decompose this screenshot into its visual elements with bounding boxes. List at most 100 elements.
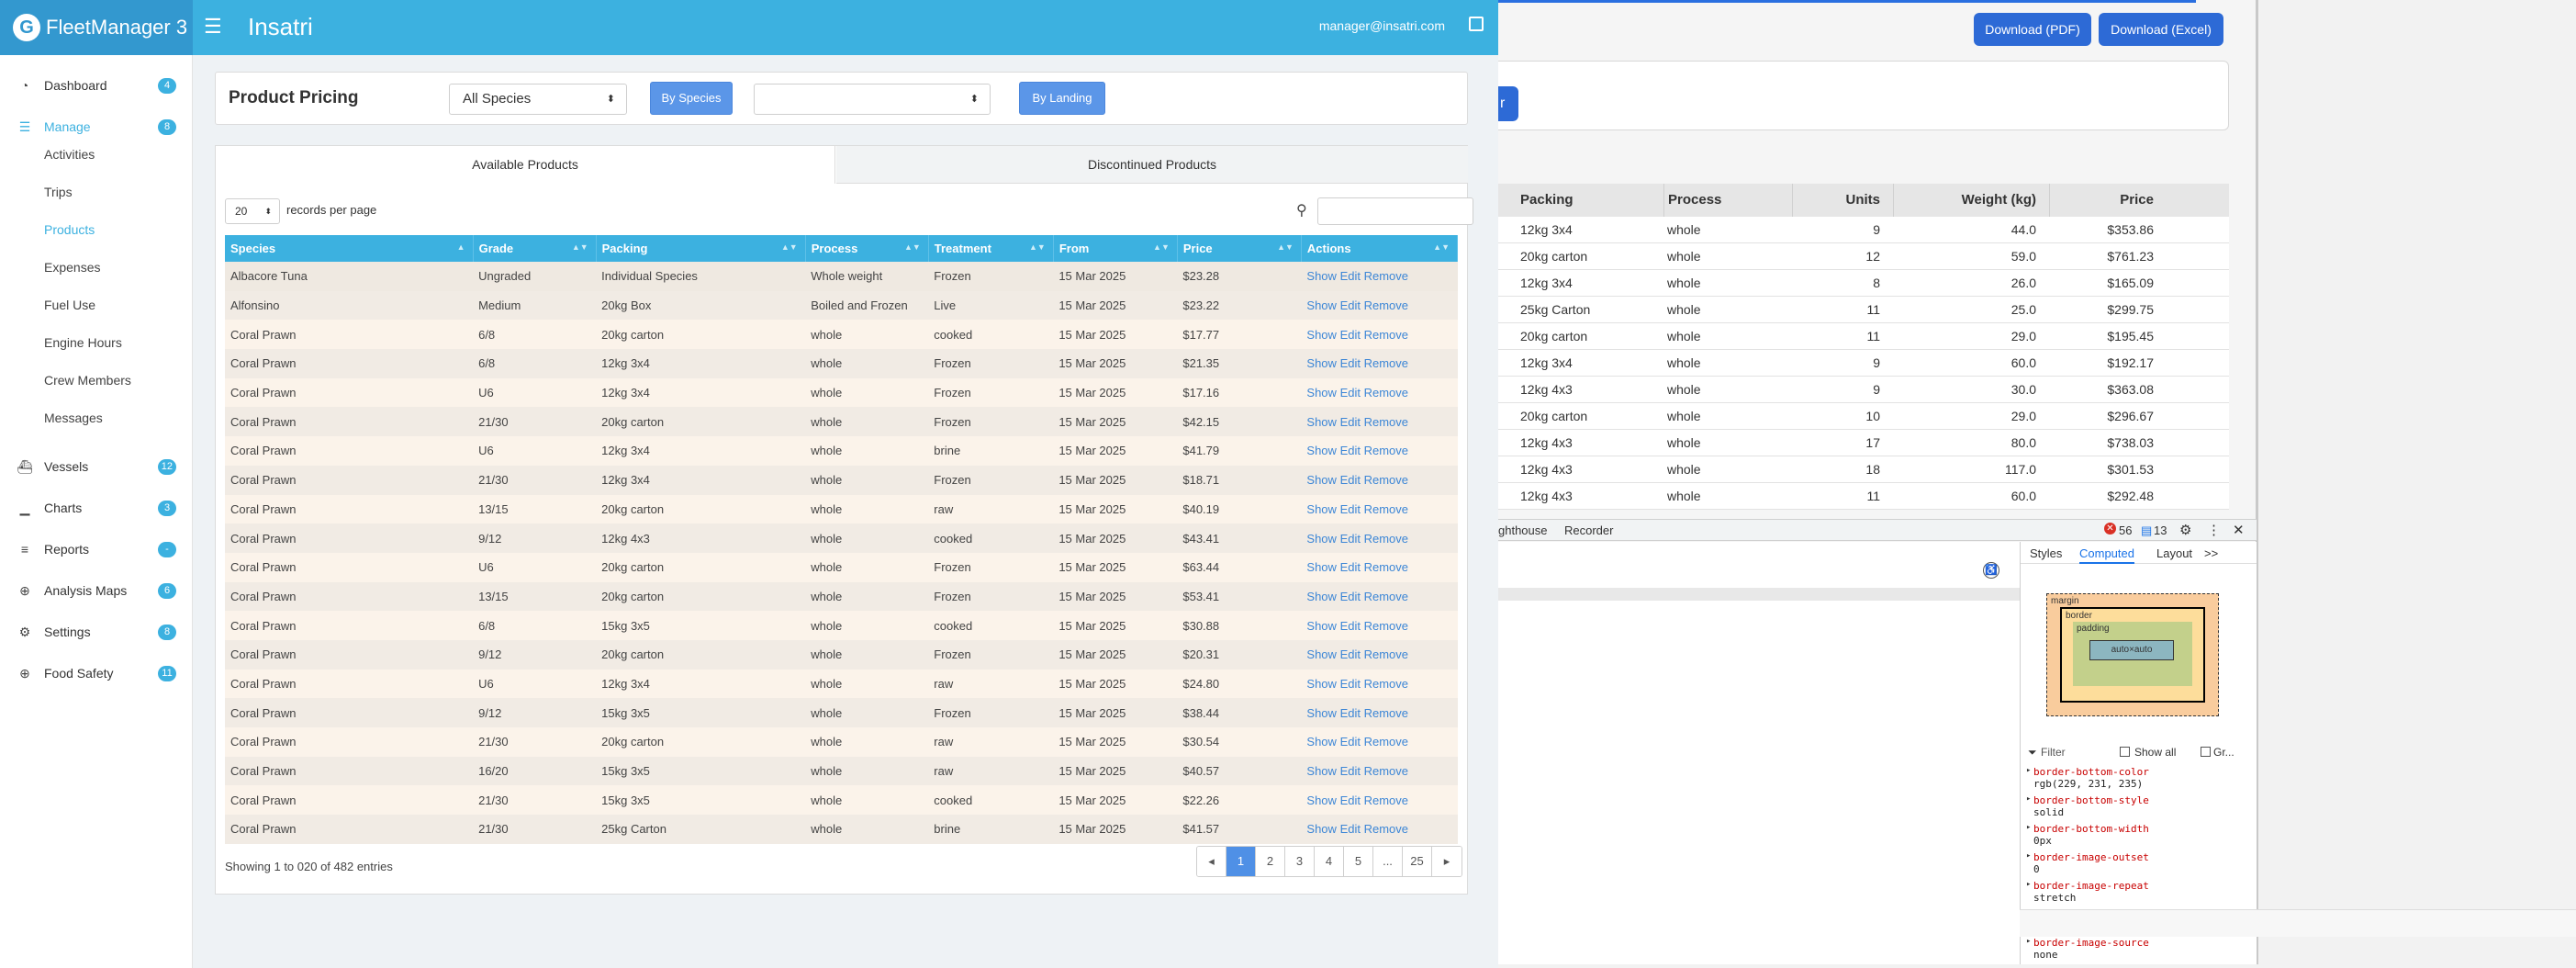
search-input[interactable]: [1317, 197, 1473, 225]
records-per-page-select[interactable]: 20 ⬍: [225, 198, 280, 224]
expand-arrow-icon[interactable]: ▸: [2026, 851, 2031, 861]
edit-link[interactable]: Edit: [1340, 619, 1361, 633]
page-button[interactable]: 5: [1344, 847, 1373, 876]
sidebar-subitem-engine-hours[interactable]: Engine Hours: [44, 335, 122, 350]
remove-link[interactable]: Remove: [1364, 706, 1408, 720]
show-link[interactable]: Show: [1306, 619, 1337, 633]
devtools-tab-recorder[interactable]: Recorder: [1564, 523, 1613, 537]
computed-property[interactable]: ▸ border-image-outset 0: [2026, 851, 2246, 880]
edit-link[interactable]: Edit: [1340, 677, 1361, 691]
group-checkbox[interactable]: [2201, 747, 2211, 757]
background-column-header[interactable]: Weight (kg): [1893, 184, 2049, 217]
by-species-button[interactable]: By Species: [650, 82, 733, 115]
devtools-tab-layout[interactable]: Layout: [2156, 546, 2192, 560]
show-link[interactable]: Show: [1306, 328, 1337, 342]
edit-link[interactable]: Edit: [1340, 532, 1361, 546]
background-column-header[interactable]: Price: [2049, 184, 2159, 217]
species-select[interactable]: All Species ⬍: [449, 84, 627, 115]
remove-link[interactable]: Remove: [1364, 444, 1408, 457]
devtools-error-count[interactable]: 56: [2119, 523, 2132, 537]
edit-link[interactable]: Edit: [1340, 560, 1361, 574]
download-pdf-button[interactable]: Download (PDF): [1974, 13, 2091, 46]
kebab-menu-icon[interactable]: ⋮: [2207, 522, 2221, 538]
by-landing-button[interactable]: By Landing: [1019, 82, 1105, 115]
column-header-actions[interactable]: Actions ▲▼: [1301, 235, 1459, 262]
user-email[interactable]: manager@insatri.com: [1319, 18, 1445, 33]
remove-link[interactable]: Remove: [1364, 794, 1408, 807]
show-link[interactable]: Show: [1306, 532, 1337, 546]
show-link[interactable]: Show: [1306, 444, 1337, 457]
sidebar-item-vessels[interactable]: ⛴ Vessels 12: [0, 453, 193, 480]
computed-property[interactable]: ▸ border-image-repeat stretch: [2026, 880, 2246, 908]
remove-link[interactable]: Remove: [1364, 269, 1408, 283]
show-link[interactable]: Show: [1306, 269, 1337, 283]
devtools-tab-computed[interactable]: Computed: [2079, 546, 2134, 564]
remove-link[interactable]: Remove: [1364, 415, 1408, 429]
prev-page-icon[interactable]: ◂: [1197, 847, 1226, 876]
edit-link[interactable]: Edit: [1340, 328, 1361, 342]
expand-arrow-icon[interactable]: ▸: [2026, 823, 2031, 832]
show-link[interactable]: Show: [1306, 590, 1337, 603]
show-link[interactable]: Show: [1306, 764, 1337, 778]
remove-link[interactable]: Remove: [1364, 822, 1408, 836]
gear-icon[interactable]: ⚙: [2179, 522, 2191, 538]
sidebar-subitem-activities[interactable]: Activities: [44, 147, 95, 162]
edit-link[interactable]: Edit: [1340, 706, 1361, 720]
edit-link[interactable]: Edit: [1340, 764, 1361, 778]
expand-arrow-icon[interactable]: ▸: [2026, 937, 2031, 946]
show-link[interactable]: Show: [1306, 647, 1337, 661]
column-header-treatment[interactable]: Treatment ▲▼: [928, 235, 1054, 262]
sidebar-subitem-expenses[interactable]: Expenses: [44, 260, 100, 275]
show-link[interactable]: Show: [1306, 560, 1337, 574]
remove-link[interactable]: Remove: [1364, 328, 1408, 342]
accessibility-icon[interactable]: ♿: [1983, 562, 1999, 579]
edit-link[interactable]: Edit: [1340, 386, 1361, 400]
show-link[interactable]: Show: [1306, 415, 1337, 429]
close-icon[interactable]: ✕: [2233, 522, 2245, 538]
sidebar-subitem-crew-members[interactable]: Crew Members: [44, 373, 131, 388]
edit-link[interactable]: Edit: [1340, 269, 1361, 283]
column-header-grade[interactable]: Grade ▲▼: [473, 235, 597, 262]
sidebar-item-manage[interactable]: ☰ Manage 8: [0, 113, 193, 141]
sidebar-subitem-products[interactable]: Products: [44, 222, 95, 237]
column-header-from[interactable]: From ▲▼: [1053, 235, 1178, 262]
devtools-message-count[interactable]: 13: [2154, 523, 2167, 537]
sidebar-subitem-fuel-use[interactable]: Fuel Use: [44, 298, 95, 312]
edit-link[interactable]: Edit: [1340, 735, 1361, 749]
show-link[interactable]: Show: [1306, 735, 1337, 749]
remove-link[interactable]: Remove: [1364, 764, 1408, 778]
background-partial-button[interactable]: r: [1498, 86, 1518, 121]
show-all-checkbox[interactable]: [2120, 747, 2130, 757]
show-link[interactable]: Show: [1306, 706, 1337, 720]
edit-link[interactable]: Edit: [1340, 298, 1361, 312]
remove-link[interactable]: Remove: [1364, 473, 1408, 487]
remove-link[interactable]: Remove: [1364, 532, 1408, 546]
next-page-icon[interactable]: ▸: [1432, 847, 1462, 876]
remove-link[interactable]: Remove: [1364, 298, 1408, 312]
remove-link[interactable]: Remove: [1364, 619, 1408, 633]
tab-discontinued-products[interactable]: Discontinued Products: [836, 146, 1468, 184]
page-button[interactable]: 4: [1315, 847, 1344, 876]
tab-available-products[interactable]: Available Products: [216, 146, 835, 184]
column-header-process[interactable]: Process ▲▼: [805, 235, 929, 262]
page-button[interactable]: 2: [1256, 847, 1285, 876]
page-button[interactable]: 25: [1403, 847, 1432, 876]
edit-link[interactable]: Edit: [1340, 502, 1361, 516]
expand-arrow-icon[interactable]: ▸: [2026, 880, 2031, 889]
edit-link[interactable]: Edit: [1340, 794, 1361, 807]
edit-link[interactable]: Edit: [1340, 590, 1361, 603]
landing-select[interactable]: ⬍: [754, 84, 991, 115]
sidebar-subitem-messages[interactable]: Messages: [44, 411, 103, 425]
sidebar-item-reports[interactable]: ≡ Reports -: [0, 535, 193, 563]
hamburger-menu-icon[interactable]: ☰: [204, 15, 222, 39]
show-link[interactable]: Show: [1306, 386, 1337, 400]
download-excel-button[interactable]: Download (Excel): [2099, 13, 2223, 46]
show-link[interactable]: Show: [1306, 677, 1337, 691]
computed-property[interactable]: ▸ border-bottom-width 0px: [2026, 823, 2246, 851]
remove-link[interactable]: Remove: [1364, 735, 1408, 749]
remove-link[interactable]: Remove: [1364, 386, 1408, 400]
show-link[interactable]: Show: [1306, 356, 1337, 370]
edit-link[interactable]: Edit: [1340, 444, 1361, 457]
page-button[interactable]: 1: [1226, 847, 1256, 876]
show-link[interactable]: Show: [1306, 473, 1337, 487]
